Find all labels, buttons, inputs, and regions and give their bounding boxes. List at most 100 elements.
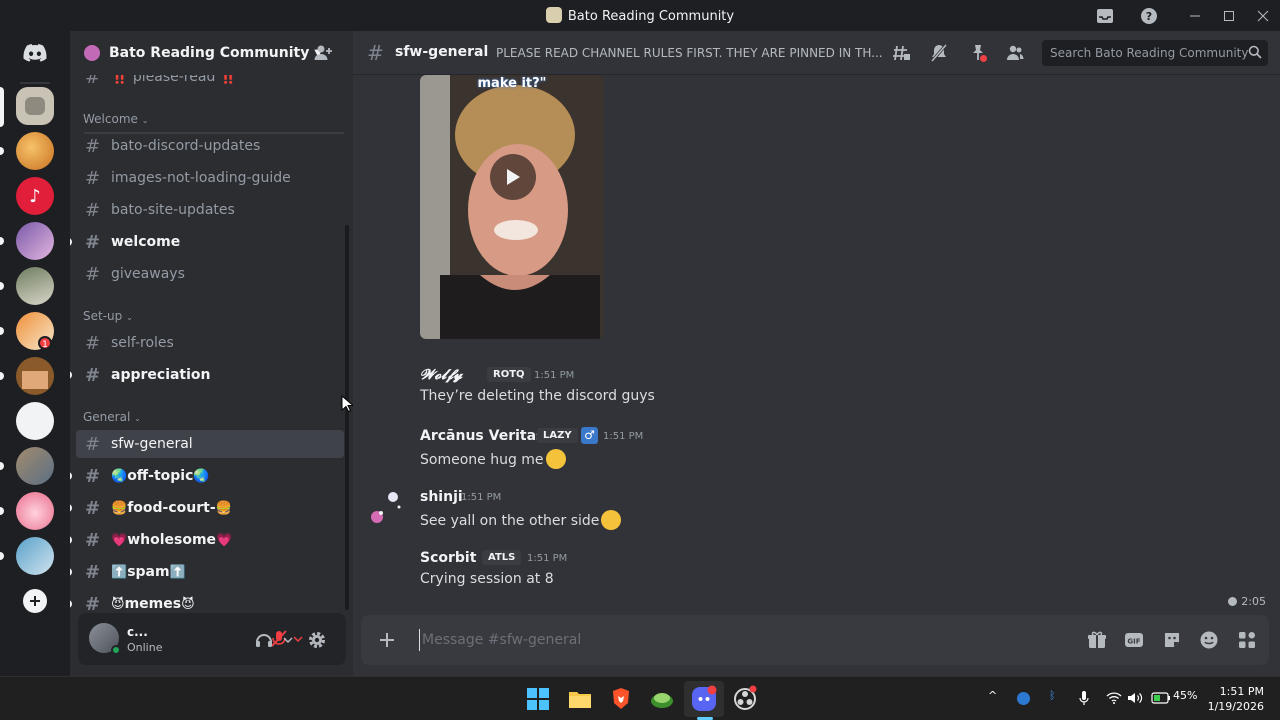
hash-icon: # bbox=[84, 561, 101, 583]
tray-app-icon[interactable] bbox=[1017, 692, 1030, 705]
user-panel: c... Online bbox=[78, 613, 346, 665]
discord-app: Bato Reading Community ? ♪ 1 Bato Readin… bbox=[0, 0, 1280, 676]
channel-images-not-loading-guide[interactable]: # images-not-loading-guide bbox=[76, 164, 344, 192]
message-input[interactable] bbox=[419, 629, 1019, 651]
avatar[interactable] bbox=[365, 487, 407, 529]
wifi-icon[interactable] bbox=[1106, 691, 1122, 705]
server-10[interactable] bbox=[16, 492, 54, 530]
username[interactable]: c... bbox=[127, 625, 148, 639]
message-author[interactable]: Arcānus Veritas bbox=[420, 428, 544, 444]
guild-tag[interactable]: ATLS bbox=[482, 550, 522, 565]
bluetooth-icon[interactable]: ᛒ bbox=[1049, 689, 1056, 702]
globe-emoji: 🌏 bbox=[193, 468, 210, 484]
server-7[interactable] bbox=[16, 357, 54, 395]
unread-dot bbox=[70, 568, 72, 576]
attach-button[interactable] bbox=[375, 628, 399, 652]
globe-emoji: 🌏 bbox=[111, 468, 128, 484]
close-button[interactable] bbox=[1246, 0, 1280, 31]
unread-dot bbox=[70, 504, 72, 512]
message-author[interactable]: Scorbit bbox=[420, 550, 476, 566]
unread-dot bbox=[70, 238, 72, 246]
channel-scrollbar[interactable] bbox=[345, 225, 349, 610]
hash-icon: # bbox=[84, 231, 101, 253]
chevron-down-icon: ⌄ bbox=[134, 414, 141, 423]
rail-divider bbox=[20, 82, 50, 84]
pin-icon[interactable] bbox=[968, 43, 988, 63]
message-author[interactable]: 𝓦𝓸𝓵𝓯𝔂 bbox=[420, 367, 462, 383]
channel-giveaways[interactable]: # giveaways bbox=[76, 260, 344, 288]
members-icon[interactable] bbox=[1005, 43, 1025, 63]
minimize-button[interactable] bbox=[1178, 0, 1212, 31]
channel-appreciation[interactable]: # appreciation bbox=[70, 361, 344, 389]
system-clock[interactable]: 1:51 PM 1/19/2026 bbox=[1208, 684, 1264, 714]
channel-off-topic[interactable]: # 🌏 off-topic 🌏 bbox=[70, 462, 344, 490]
gift-icon[interactable] bbox=[1087, 630, 1107, 650]
voice-timer: 2:05 bbox=[1228, 595, 1266, 608]
channel-label: bato-discord-updates bbox=[111, 138, 261, 154]
unread-pill bbox=[0, 372, 4, 380]
guild-header[interactable]: Bato Reading Community ▼ bbox=[70, 31, 353, 75]
channel-bato-discord-updates[interactable]: # bato-discord-updates bbox=[76, 132, 344, 160]
mention-badge: 1 bbox=[38, 336, 52, 350]
server-4[interactable] bbox=[16, 222, 54, 260]
brave-browser-icon[interactable] bbox=[607, 685, 635, 713]
apps-icon[interactable] bbox=[1237, 630, 1257, 650]
category-set-up[interactable]: Set-up ⌄ bbox=[83, 309, 133, 323]
message-author[interactable]: shinji bbox=[420, 489, 463, 505]
server-11[interactable] bbox=[16, 537, 54, 575]
gif-icon[interactable]: GIF bbox=[1124, 630, 1144, 650]
channel-welcome[interactable]: # welcome bbox=[70, 228, 344, 256]
server-9[interactable] bbox=[16, 447, 54, 485]
channel-self-roles[interactable]: # self-roles bbox=[76, 329, 344, 357]
guild-tag[interactable]: ROTQ bbox=[487, 367, 531, 382]
windows-start-icon[interactable] bbox=[524, 685, 552, 713]
threads-icon[interactable] bbox=[892, 43, 912, 63]
category-label: Welcome bbox=[83, 112, 138, 126]
hash-icon: # bbox=[84, 465, 101, 487]
channel-sfw-general[interactable]: # sfw-general bbox=[76, 430, 344, 458]
message-timestamp: 1:51 PM bbox=[603, 431, 644, 442]
channel-please-read[interactable]: # ‼️ please-read ‼️ bbox=[76, 75, 344, 91]
emoji-icon[interactable] bbox=[1199, 630, 1219, 650]
help-icon[interactable]: ? bbox=[1132, 0, 1166, 31]
window-title-text: Bato Reading Community bbox=[567, 9, 735, 24]
server-5[interactable] bbox=[16, 267, 54, 305]
channel-food-court[interactable]: # 🍔 food-court- 🍔 bbox=[70, 494, 344, 522]
server-2[interactable] bbox=[16, 132, 54, 170]
channel-wholesome[interactable]: # 💗 wholesome 💗 bbox=[70, 526, 344, 554]
obs-icon[interactable] bbox=[731, 685, 759, 713]
video-attachment[interactable]: make it?" bbox=[420, 75, 604, 339]
home-button[interactable] bbox=[16, 37, 54, 69]
search-input[interactable]: Search Bato Reading Community bbox=[1042, 40, 1268, 66]
channel-label: memes bbox=[124, 596, 182, 612]
channel-bato-site-updates[interactable]: # bato-site-updates bbox=[76, 196, 344, 224]
microphone-icon[interactable] bbox=[1078, 690, 1090, 706]
unread-pill bbox=[0, 462, 4, 470]
channel-label: wholesome bbox=[127, 532, 217, 548]
minecraft-launcher-icon[interactable] bbox=[648, 685, 676, 713]
tray-overflow-icon[interactable]: ^ bbox=[988, 689, 997, 702]
guild-tag[interactable]: LAZY bbox=[537, 428, 578, 443]
channel-spam[interactable]: # ⬆️ spam ⬆️ bbox=[70, 558, 344, 586]
maximize-button[interactable] bbox=[1212, 0, 1246, 31]
person-add-icon[interactable] bbox=[313, 43, 333, 63]
server-music[interactable]: ♪ bbox=[16, 177, 54, 215]
category-welcome[interactable]: Welcome ⌄ bbox=[83, 112, 148, 126]
discord-taskbar-icon[interactable] bbox=[690, 685, 718, 713]
svg-text:?: ? bbox=[1146, 10, 1152, 23]
category-general[interactable]: General ⌄ bbox=[83, 410, 141, 424]
selected-server-pill bbox=[0, 87, 4, 127]
deafen-button[interactable] bbox=[254, 628, 294, 654]
channel-topic[interactable]: PLEASE READ CHANNEL RULES FIRST. THEY AR… bbox=[496, 46, 883, 60]
file-explorer-icon[interactable] bbox=[566, 685, 594, 713]
volume-icon[interactable] bbox=[1127, 691, 1143, 705]
add-server-button[interactable] bbox=[23, 589, 47, 613]
inbox-icon[interactable] bbox=[1088, 0, 1122, 31]
battery-icon[interactable] bbox=[1151, 692, 1171, 704]
play-button[interactable] bbox=[490, 154, 536, 200]
bell-slash-icon[interactable] bbox=[929, 43, 949, 63]
server-bato[interactable] bbox=[16, 87, 54, 125]
server-8[interactable] bbox=[16, 402, 54, 440]
sticker-icon[interactable] bbox=[1162, 630, 1182, 650]
settings-button[interactable] bbox=[307, 630, 329, 652]
